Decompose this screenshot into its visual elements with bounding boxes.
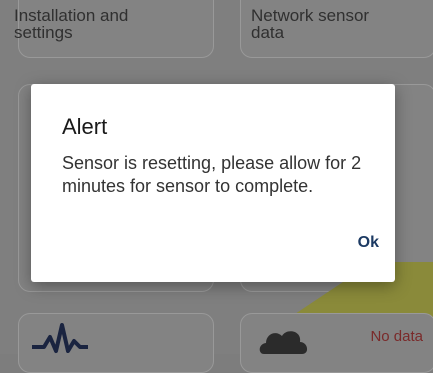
dialog-message: Sensor is resetting, please allow for 2 …	[62, 153, 362, 196]
network-sensor-card-label: Network sensor data	[251, 6, 370, 42]
ok-button[interactable]: Ok	[358, 230, 379, 256]
network-sensor-card-label-top: Network sensor	[251, 6, 370, 25]
no-data-status: No data	[370, 328, 423, 345]
settings-card-label-top: Installation and	[14, 6, 129, 25]
settings-card-label: Installation and settings	[14, 6, 129, 42]
pulse-icon	[32, 323, 88, 353]
dialog-title: Alert	[62, 114, 108, 139]
cloud-icon	[259, 331, 308, 354]
alert-dialog: Alert Sensor is resetting, please allow …	[31, 84, 395, 282]
